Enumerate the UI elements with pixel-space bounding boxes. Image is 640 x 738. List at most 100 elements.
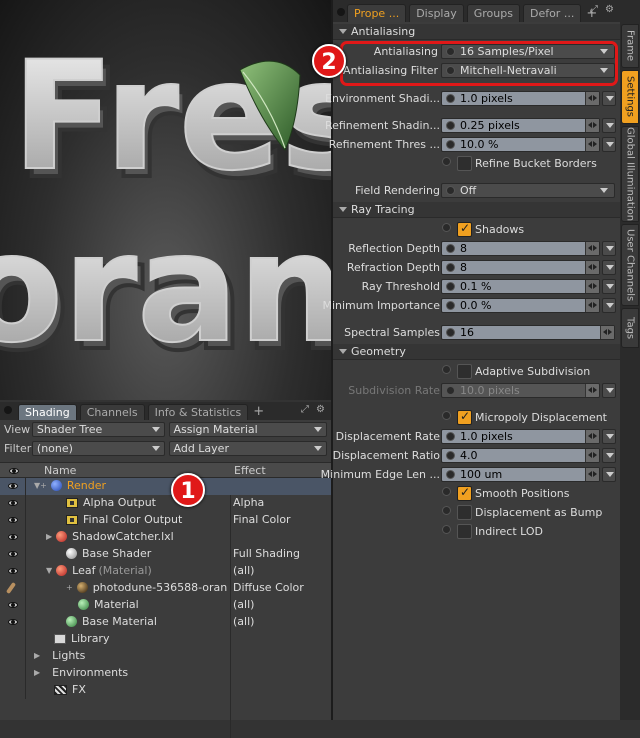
refinement-threshold-menu[interactable] — [602, 137, 616, 152]
channel-dot-icon[interactable] — [446, 282, 455, 291]
table-row[interactable]: ▶ ShadowCatcher.lxl — [0, 529, 331, 546]
section-antialiasing[interactable]: Antialiasing — [333, 24, 620, 40]
reflection-depth-menu[interactable] — [602, 241, 616, 256]
smooth-positions-checkbox[interactable] — [457, 485, 472, 501]
table-row[interactable]: Alpha Output Alpha — [0, 495, 331, 512]
channel-dot-icon[interactable] — [446, 186, 455, 195]
channel-dot-icon[interactable] — [442, 411, 451, 420]
spinner-icon[interactable] — [585, 468, 599, 481]
panel-maximize-icon[interactable]: ⤢ ⚙ — [301, 404, 327, 415]
expand-arrow-icon[interactable]: ▶ — [34, 668, 40, 677]
table-row[interactable]: ▶ Lights — [0, 648, 331, 665]
minimum-importance-input[interactable]: 0.0 % — [441, 298, 600, 313]
channel-dot-icon[interactable] — [446, 451, 455, 460]
channel-dot-icon[interactable] — [442, 365, 451, 374]
refraction-depth-menu[interactable] — [602, 260, 616, 275]
minimum-edge-length-input[interactable]: 100 um — [441, 467, 600, 482]
table-row[interactable]: Library — [0, 631, 331, 648]
spinner-icon[interactable] — [585, 242, 599, 255]
side-tab-global-illumination[interactable]: Global Illumination — [621, 126, 639, 222]
spinner-icon[interactable] — [585, 299, 599, 312]
subdivision-rate-menu[interactable] — [602, 383, 616, 398]
panel-grip-icon[interactable] — [337, 8, 345, 16]
displacement-ratio-menu[interactable] — [602, 448, 616, 463]
section-ray-tracing[interactable]: Ray Tracing — [333, 202, 620, 218]
name-column-header[interactable]: Name — [44, 464, 76, 477]
spinner-icon[interactable] — [585, 138, 599, 151]
spinner-icon[interactable] — [585, 430, 599, 443]
assign-material-button[interactable]: Assign Material — [168, 422, 327, 437]
eye-icon[interactable] — [8, 619, 18, 625]
refinement-threshold-input[interactable]: 10.0 % — [441, 137, 600, 152]
indirect-lod-checkbox[interactable] — [457, 524, 472, 539]
panel-grip-icon[interactable] — [4, 406, 12, 414]
table-row[interactable]: Final Color Output Final Color — [0, 512, 331, 529]
side-tab-user-channels[interactable]: User Channels — [621, 224, 639, 306]
refinement-shading-input[interactable]: 0.25 pixels — [441, 118, 600, 133]
minimum-importance-menu[interactable] — [602, 298, 616, 313]
eye-icon[interactable] — [8, 500, 18, 506]
brush-icon[interactable] — [5, 581, 17, 595]
channel-dot-icon[interactable] — [446, 432, 455, 441]
spinner-icon[interactable] — [585, 261, 599, 274]
table-row[interactable]: Base Shader Full Shading — [0, 546, 331, 563]
table-row[interactable]: FX — [0, 682, 331, 699]
refine-bucket-borders-checkbox[interactable] — [457, 156, 472, 171]
eye-icon[interactable] — [8, 517, 18, 523]
displacement-as-bump-checkbox[interactable] — [457, 505, 472, 520]
eye-icon[interactable] — [8, 551, 18, 557]
expand-arrow-icon[interactable]: ▼+ — [34, 481, 47, 490]
tab-properties[interactable]: Prope ... — [347, 4, 407, 22]
eye-icon[interactable] — [8, 602, 18, 608]
spinner-icon[interactable] — [585, 384, 599, 397]
eye-icon[interactable] — [8, 568, 18, 574]
spinner-icon[interactable] — [600, 326, 614, 339]
ray-threshold-input[interactable]: 0.1 % — [441, 279, 600, 294]
channel-dot-icon[interactable] — [446, 94, 455, 103]
displacement-ratio-input[interactable]: 4.0 — [441, 448, 600, 463]
expand-arrow-icon[interactable]: ▶ — [34, 651, 40, 660]
table-row[interactable]: Material (all) — [0, 597, 331, 614]
tab-deformers[interactable]: Defor ... — [522, 4, 582, 22]
ray-threshold-menu[interactable] — [602, 279, 616, 294]
tab-display[interactable]: Display — [409, 4, 464, 22]
shadows-checkbox[interactable] — [457, 221, 472, 237]
channel-dot-icon[interactable] — [446, 386, 455, 395]
spinner-icon[interactable] — [585, 449, 599, 462]
refinement-shading-menu[interactable] — [602, 118, 616, 133]
panel-maximize-icon[interactable]: ⤢ ⚙ — [590, 4, 616, 15]
channel-dot-icon[interactable] — [442, 487, 451, 496]
section-geometry[interactable]: Geometry — [333, 344, 620, 360]
micropoly-displacement-checkbox[interactable] — [457, 409, 472, 425]
channel-dot-icon[interactable] — [446, 470, 455, 479]
reflection-depth-input[interactable]: 8 — [441, 241, 600, 256]
render-viewport[interactable]: Fres Fres orang orang — [0, 0, 331, 400]
spinner-icon[interactable] — [585, 119, 599, 132]
subdivision-rate-input[interactable]: 10.0 pixels — [441, 383, 600, 398]
tab-groups[interactable]: Groups — [466, 4, 520, 22]
minimum-edge-length-menu[interactable] — [602, 467, 616, 482]
add-tab-button[interactable]: + — [253, 404, 264, 420]
spinner-icon[interactable] — [585, 280, 599, 293]
channel-dot-icon[interactable] — [442, 506, 451, 515]
tab-info-statistics[interactable]: Info & Statistics — [147, 404, 249, 420]
spectral-samples-input[interactable]: 16 — [441, 325, 615, 340]
expand-arrow-icon[interactable]: ▼ — [46, 566, 52, 575]
expand-plus-icon[interactable]: + — [66, 583, 73, 592]
spinner-icon[interactable] — [585, 92, 599, 105]
eye-icon[interactable] — [8, 483, 18, 489]
channel-dot-icon[interactable] — [446, 244, 455, 253]
channel-dot-icon[interactable] — [442, 157, 451, 166]
channel-dot-icon[interactable] — [446, 301, 455, 310]
filter-dropdown[interactable]: (none) — [31, 441, 165, 456]
visibility-column-eye-icon[interactable] — [9, 464, 19, 477]
eye-icon[interactable] — [8, 534, 18, 540]
side-tab-tags[interactable]: Tags — [621, 308, 639, 348]
channel-dot-icon[interactable] — [442, 525, 451, 534]
displacement-rate-input[interactable]: 1.0 pixels — [441, 429, 600, 444]
table-row[interactable]: ▼ Leaf (Material) (all) — [0, 563, 331, 580]
table-row[interactable]: + photodune-536588-oran Diffuse Color — [0, 580, 331, 597]
expand-arrow-icon[interactable]: ▶ — [46, 532, 52, 541]
table-row[interactable]: ▼+ Render — [0, 478, 331, 495]
table-row[interactable]: Base Material (all) — [0, 614, 331, 631]
